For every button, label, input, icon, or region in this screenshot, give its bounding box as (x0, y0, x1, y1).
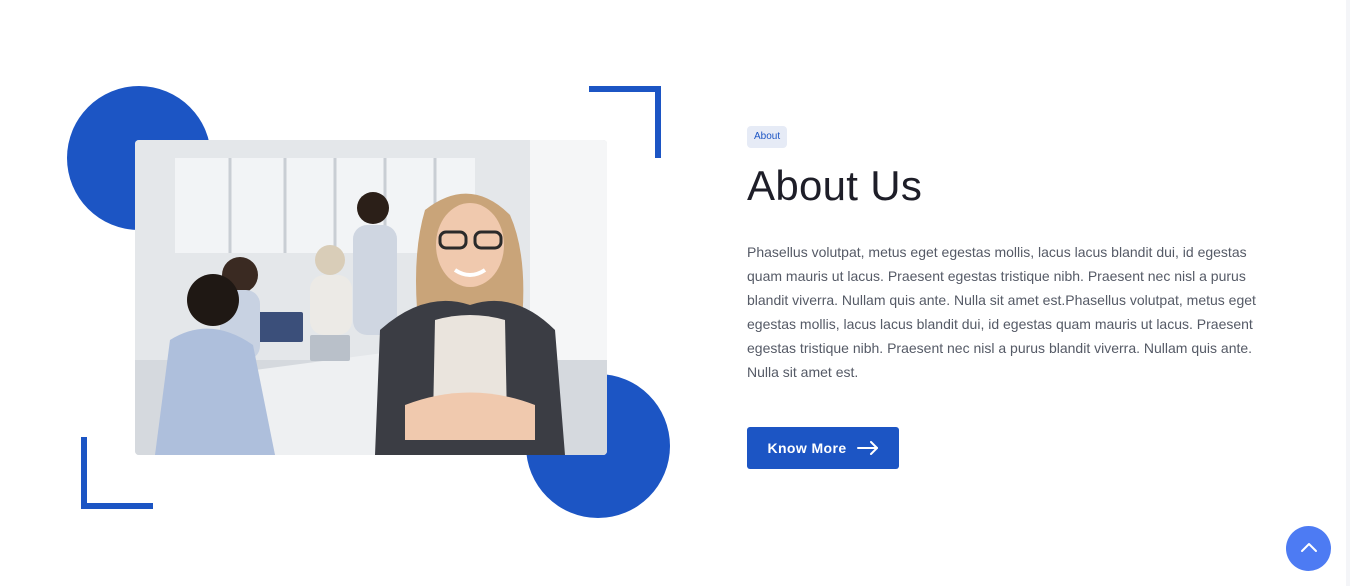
about-section: About About Us Phasellus volutpat, metus… (0, 0, 1350, 586)
section-title: About Us (747, 162, 923, 209)
know-more-button[interactable]: Know More (747, 427, 899, 469)
scrollbar-track (1346, 0, 1350, 586)
scroll-to-top-button[interactable] (1286, 526, 1331, 571)
chevron-up-icon (1300, 540, 1318, 558)
section-badge: About (747, 126, 788, 148)
section-description: Phasellus volutpat, metus eget egestas m… (747, 244, 1256, 380)
know-more-label: Know More (767, 440, 847, 456)
arrow-right-icon (856, 441, 879, 455)
about-content: About About Us Phasellus volutpat, metus… (747, 126, 1277, 384)
team-office-photo (135, 140, 607, 455)
